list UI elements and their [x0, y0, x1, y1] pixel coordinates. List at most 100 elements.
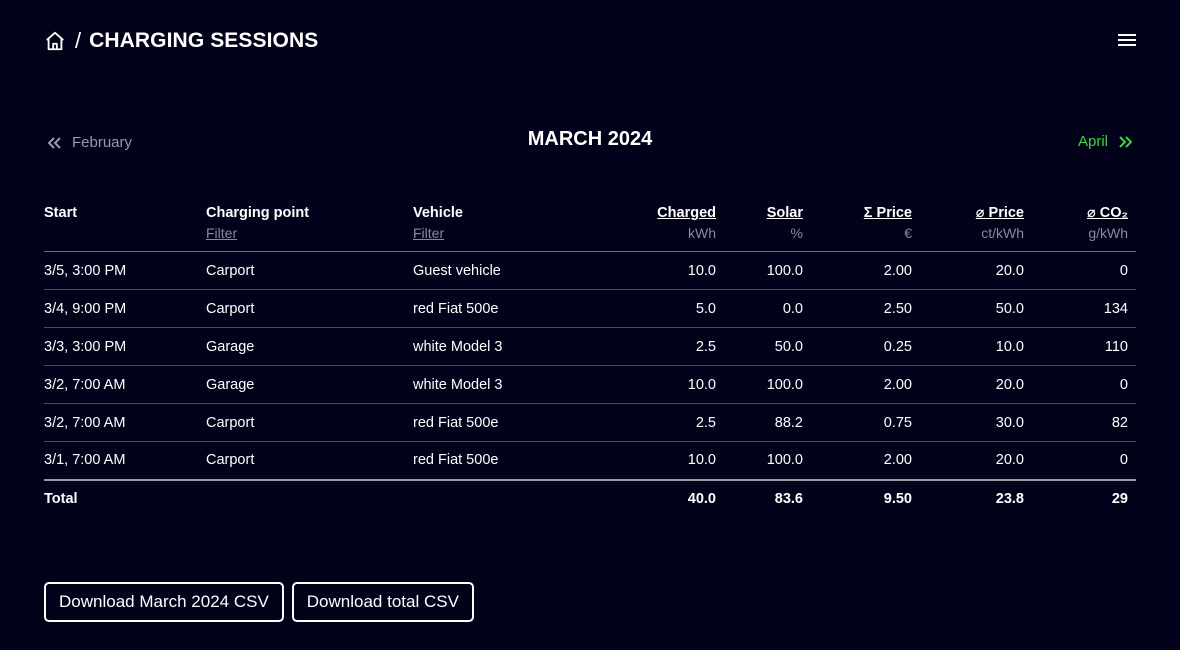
solar-unit: %	[790, 225, 803, 241]
cell-avg-co2: 0	[1032, 365, 1136, 404]
download-total-csv-button[interactable]: Download total CSV	[291, 582, 474, 622]
cell-charged: 2.5	[578, 327, 724, 366]
solar-sort-link[interactable]: Solar	[767, 205, 803, 221]
cell-vehicle: white Model 3	[413, 365, 578, 404]
breadcrumb-separator: /	[75, 28, 82, 53]
cell-solar: 50.0	[724, 327, 811, 366]
column-total-price: Σ Price €	[811, 205, 920, 252]
total-charged: 40.0	[578, 478, 724, 518]
total-price-sort-link[interactable]: Σ Price	[864, 205, 912, 221]
cell-total-price: 0.25	[811, 327, 920, 366]
avg-co2-sort-link[interactable]: ⌀ CO₂	[1087, 205, 1128, 221]
total-avg-co2: 29	[1032, 478, 1136, 518]
total-avg-price: 23.8	[920, 478, 1032, 518]
total-price: 9.50	[811, 478, 920, 518]
cell-vehicle: red Fiat 500e	[413, 289, 578, 328]
total-solar: 83.6	[724, 478, 811, 518]
total-empty	[413, 478, 578, 518]
table-row[interactable]: 3/3, 3:00 PM Garage white Model 3 2.5 50…	[44, 327, 1136, 366]
cell-avg-co2: 82	[1032, 403, 1136, 442]
column-avg-co2: ⌀ CO₂ g/kWh	[1032, 205, 1136, 252]
double-chevron-right-icon	[1118, 135, 1132, 148]
month-navigation: February MARCH 2024 April	[44, 126, 1136, 156]
cell-total-price: 2.00	[883, 452, 912, 469]
page-title: CHARGING SESSIONS	[89, 29, 319, 52]
month-title: MARCH 2024	[527, 128, 653, 150]
next-month-link[interactable]: April	[1078, 133, 1132, 150]
total-empty	[206, 478, 413, 518]
table-row[interactable]: 3/2, 7:00 AM Carport red Fiat 500e 2.5 8…	[44, 403, 1136, 442]
column-start[interactable]: Start	[44, 205, 206, 252]
cell-solar: 0.0	[724, 289, 811, 328]
cell-start: 3/2, 7:00 AM	[44, 365, 206, 404]
cell-solar: 88.2	[724, 403, 811, 442]
cell-total-price: 0.75	[811, 403, 920, 442]
cell-avg-price: 10.0	[920, 327, 1032, 366]
cell-avg-co2: 0	[1119, 452, 1128, 469]
cell-solar: 100.0	[724, 365, 811, 404]
download-month-csv-button[interactable]: Download March 2024 CSV	[44, 582, 284, 622]
cell-charging-point: Carport	[206, 251, 413, 290]
total-price-unit: €	[904, 225, 912, 241]
cell-charged: 5.0	[578, 289, 724, 328]
cell-charging-point: Garage	[206, 327, 413, 366]
cell-solar: 100.0	[766, 452, 803, 469]
column-vehicle: Vehicle Filter	[413, 205, 578, 252]
cell-total-price: 2.00	[811, 365, 920, 404]
cell-start: 3/5, 3:00 PM	[44, 251, 206, 290]
cell-avg-price: 20.0	[920, 365, 1032, 404]
column-charging-point-label: Charging point	[206, 205, 310, 221]
cell-start: 3/4, 9:00 PM	[44, 289, 206, 328]
cell-avg-price: 30.0	[920, 403, 1032, 442]
table-row[interactable]: 3/1, 7:00 AM Carport red Fiat 500e 10.0 …	[44, 442, 1136, 480]
cell-start: 3/2, 7:00 AM	[44, 403, 206, 442]
cell-avg-co2: 0	[1032, 251, 1136, 290]
cell-total-price: 2.00	[811, 251, 920, 290]
charged-sort-link[interactable]: Charged	[657, 205, 716, 221]
cell-charging-point: Garage	[206, 365, 413, 404]
cell-avg-price: 20.0	[995, 452, 1024, 469]
cell-charging-point: Carport	[206, 289, 413, 328]
total-row: Total 40.0 83.6 9.50 23.8 29	[44, 478, 1136, 518]
column-solar: Solar %	[724, 205, 811, 252]
cell-vehicle: red Fiat 500e	[413, 452, 499, 469]
charging-point-filter[interactable]: Filter	[206, 225, 405, 241]
cell-charged: 2.5	[578, 403, 724, 442]
sessions-table: Start Charging point Filter Vehicle Filt…	[44, 205, 1136, 518]
cell-charged: 10.0	[687, 452, 716, 469]
cell-charged: 10.0	[578, 251, 724, 290]
total-label: Total	[44, 478, 206, 518]
table-row[interactable]: 3/5, 3:00 PM Carport Guest vehicle 10.0 …	[44, 251, 1136, 290]
cell-solar: 100.0	[724, 251, 811, 290]
column-vehicle-label: Vehicle	[413, 205, 463, 221]
table-row[interactable]: 3/2, 7:00 AM Garage white Model 3 10.0 1…	[44, 365, 1136, 404]
column-charging-point: Charging point Filter	[206, 205, 413, 252]
column-charged: Charged kWh	[578, 205, 724, 252]
page-header: / CHARGING SESSIONS	[44, 26, 1136, 56]
cell-vehicle: white Model 3	[413, 327, 578, 366]
home-icon[interactable]	[44, 30, 66, 52]
cell-start: 3/1, 7:00 AM	[44, 452, 126, 469]
download-buttons: Download March 2024 CSV Download total C…	[44, 582, 474, 622]
avg-co2-unit: g/kWh	[1088, 225, 1128, 241]
cell-avg-price: 50.0	[920, 289, 1032, 328]
vehicle-filter[interactable]: Filter	[413, 225, 570, 241]
cell-avg-price: 20.0	[920, 251, 1032, 290]
cell-vehicle: red Fiat 500e	[413, 403, 578, 442]
column-avg-price: ⌀ Price ct/kWh	[920, 205, 1032, 252]
hamburger-menu-icon[interactable]	[1118, 32, 1136, 48]
next-month-label: April	[1077, 133, 1108, 150]
cell-avg-co2: 110	[1032, 327, 1136, 366]
table-header-row: Start Charging point Filter Vehicle Filt…	[44, 205, 1136, 252]
cell-vehicle: Guest vehicle	[413, 251, 578, 290]
cell-start: 3/3, 3:00 PM	[44, 327, 206, 366]
cell-charged: 10.0	[578, 365, 724, 404]
table-row[interactable]: 3/4, 9:00 PM Carport red Fiat 500e 5.0 0…	[44, 289, 1136, 328]
cell-avg-co2: 134	[1032, 289, 1136, 328]
cell-charging-point: Carport	[206, 452, 255, 469]
charged-unit: kWh	[688, 225, 716, 241]
avg-price-sort-link[interactable]: ⌀ Price	[976, 205, 1024, 221]
avg-price-unit: ct/kWh	[981, 225, 1024, 241]
cell-charging-point: Carport	[206, 403, 413, 442]
cell-total-price: 2.50	[811, 289, 920, 328]
